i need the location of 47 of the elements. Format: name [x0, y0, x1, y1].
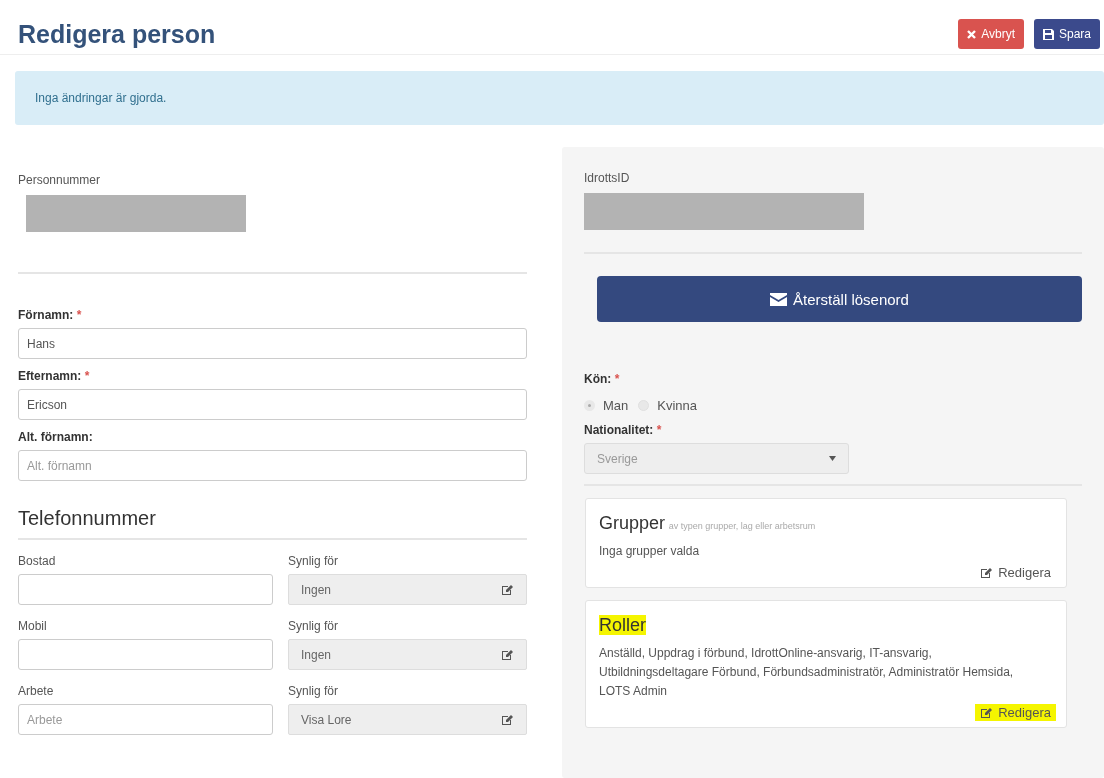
required-mark: *: [614, 372, 620, 386]
edit-link[interactable]: Redigera: [975, 704, 1056, 721]
gender-radio[interactable]: Man: [584, 398, 629, 413]
edit-link[interactable]: Redigera: [975, 564, 1056, 581]
text-input[interactable]: Ericson: [18, 389, 527, 420]
field-label: Efternamn:: [18, 369, 82, 383]
card-text: Inga grupper valda: [599, 543, 701, 560]
card-title: Roller: [599, 615, 646, 635]
visibility-field[interactable]: Ingen: [288, 574, 527, 605]
field-label: IdrottsID: [584, 171, 631, 185]
edit-icon: [501, 648, 514, 661]
field-label: Kön:: [584, 372, 612, 386]
field-label: Förnamn:: [18, 308, 74, 322]
edit-icon: [980, 566, 994, 579]
field-label: Synlig för: [288, 619, 340, 633]
required-mark: *: [76, 308, 82, 322]
field-label: Mobil: [18, 619, 48, 633]
field-label: Bostad: [18, 554, 57, 568]
reset-password-button[interactable]: Återställ lösenord: [597, 276, 1082, 322]
caret-icon: [829, 456, 836, 461]
field-label: Alt. förnamn:: [18, 430, 93, 444]
edit-icon: [501, 713, 514, 726]
card-subtitle: av typen grupper, lag eller arbetsrum: [668, 521, 816, 531]
field-label: Arbete: [18, 684, 55, 698]
text-input[interactable]: Hans: [18, 328, 527, 359]
page-title: Redigera person: [18, 19, 216, 49]
gender-radio[interactable]: Kvinna: [638, 398, 698, 413]
edit-icon: [501, 583, 514, 596]
visibility-field[interactable]: Visa Lore: [288, 704, 527, 735]
field-label: Nationalitet:: [584, 423, 654, 437]
info-alert: Inga ändringar är gjorda.: [15, 71, 1104, 125]
required-mark: *: [656, 423, 662, 437]
card-title: Grupper: [599, 513, 666, 533]
section-heading: Telefonnummer: [18, 507, 527, 540]
field-label: Synlig för: [288, 684, 340, 698]
envelope-icon: [770, 292, 788, 306]
required-mark: *: [84, 369, 90, 383]
close-icon: [967, 29, 977, 39]
cancel-button[interactable]: Avbryt: [958, 19, 1024, 49]
phone-input[interactable]: Arbete: [18, 704, 273, 735]
field-label: Synlig för: [288, 554, 340, 568]
visibility-field[interactable]: Ingen: [288, 639, 527, 670]
field-label: Personnummer: [18, 173, 102, 187]
card-text: Anställd, Uppdrag i förbund, IdrottOnline-ansvarig, IT-ansvarig, Utbildningsdeltagare Förbund, Förbundsadministratör, Administratör Hemsida, LOTS Admin: [599, 645, 1015, 700]
text-input[interactable]: Alt. förnamn: [18, 450, 527, 481]
save-button[interactable]: Spara: [1033, 19, 1100, 49]
edit-icon: [980, 706, 994, 719]
